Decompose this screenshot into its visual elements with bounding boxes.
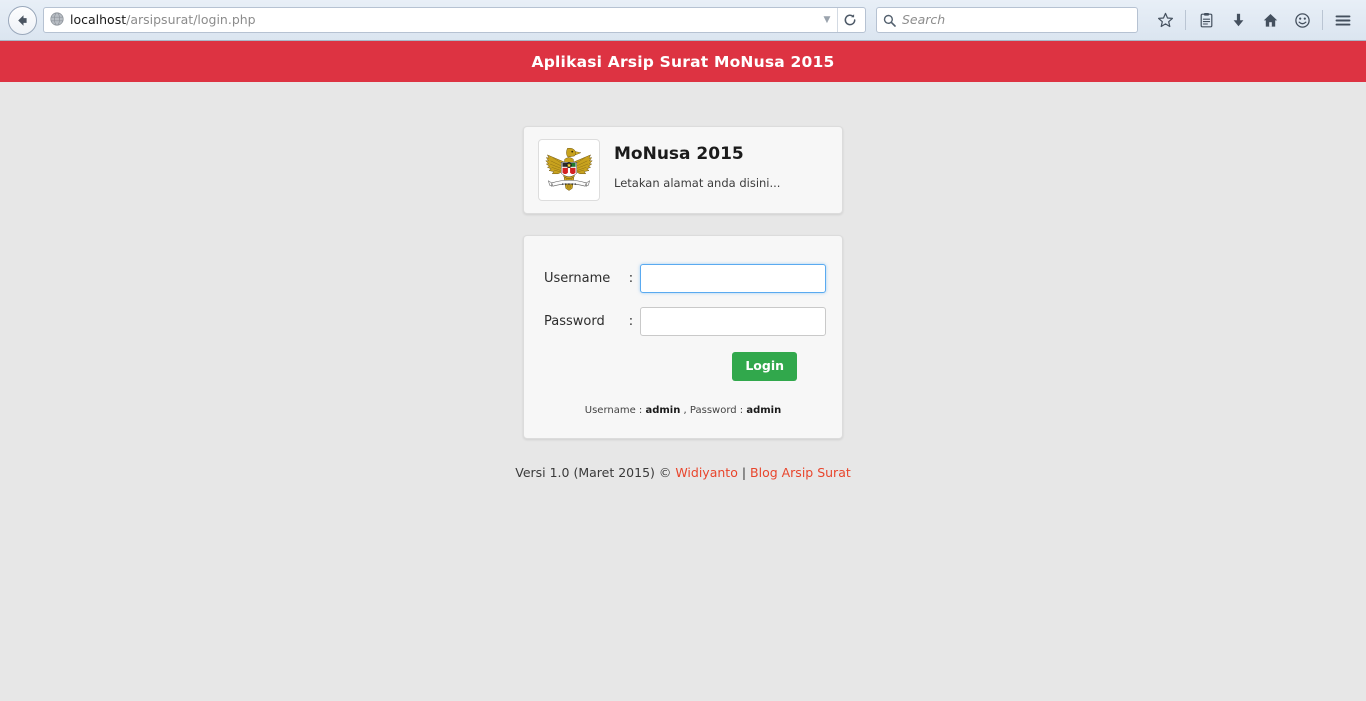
hint-password-value: admin — [746, 404, 782, 416]
url-bar[interactable]: localhost/arsipsurat/login.php ▼ — [43, 7, 866, 33]
password-row: Password : — [544, 307, 826, 336]
url-text: localhost/arsipsurat/login.php — [70, 8, 819, 32]
password-colon: : — [628, 314, 634, 329]
username-input[interactable] — [640, 264, 826, 293]
brand-title: MoNusa 2015 — [614, 144, 744, 164]
hint-username-prefix: Username : — [584, 404, 646, 416]
footer-version-text: Versi 1.0 (Maret 2015) © — [515, 464, 676, 480]
url-dropdown-icon[interactable]: ▼ — [819, 8, 835, 32]
hint-username-value: admin — [645, 404, 681, 416]
browser-toolbar: localhost/arsipsurat/login.php ▼ Search — [0, 0, 1366, 41]
home-icon[interactable] — [1255, 6, 1285, 34]
toolbar-divider — [1322, 10, 1323, 30]
logo-container: ⁕⁕⁕⁕⁕ — [538, 139, 600, 201]
submit-row: Login — [544, 352, 822, 381]
brand-text-block: MoNusa 2015 Letakan alamat anda disini..… — [614, 139, 780, 190]
footer-blog-link[interactable]: Blog Arsip Surat — [750, 465, 851, 480]
svg-text:⁕⁕⁕⁕⁕: ⁕⁕⁕⁕⁕ — [561, 182, 577, 187]
username-colon: : — [628, 271, 634, 286]
bookmark-star-icon[interactable] — [1150, 6, 1180, 34]
menu-hamburger-icon[interactable] — [1328, 6, 1358, 34]
url-path: /arsipsurat/login.php — [126, 12, 256, 27]
downloads-icon[interactable] — [1223, 6, 1253, 34]
footer-author-link[interactable]: Widiyanto — [675, 465, 738, 480]
garuda-pancasila-emblem-icon: ⁕⁕⁕⁕⁕ — [545, 147, 593, 191]
url-host: localhost — [70, 12, 127, 27]
app-header-banner: Aplikasi Arsip Surat MoNusa 2015 — [0, 41, 1366, 82]
reload-icon[interactable] — [837, 8, 861, 32]
search-input-placeholder: Search — [902, 12, 946, 27]
username-label: Username — [544, 271, 611, 286]
page-content: ⁕⁕⁕⁕⁕ MoNusa 2015 Letakan alamat anda di… — [0, 82, 1366, 701]
footer-divider: | — [737, 464, 751, 480]
back-button[interactable] — [8, 5, 37, 35]
username-row: Username : — [544, 264, 826, 293]
hint-password-prefix: , Password : — [680, 404, 747, 416]
brand-subtitle: Letakan alamat anda disini... — [614, 175, 781, 190]
reading-list-icon[interactable] — [1191, 6, 1221, 34]
browser-search-box[interactable]: Search — [876, 7, 1138, 33]
password-label: Password — [544, 314, 605, 329]
brand-panel: ⁕⁕⁕⁕⁕ MoNusa 2015 Letakan alamat anda di… — [523, 126, 843, 214]
login-form-panel: Username : Password : Login Username : a… — [523, 235, 843, 439]
credentials-hint: Username : admin , Password : admin — [544, 405, 822, 416]
login-button[interactable]: Login — [732, 352, 797, 381]
page-footer: Versi 1.0 (Maret 2015) © Widiyanto | Blo… — [515, 465, 851, 480]
search-icon — [883, 14, 896, 27]
toolbar-divider — [1185, 10, 1186, 30]
browser-icon-group — [1150, 6, 1358, 34]
page-favicon-icon — [50, 11, 64, 30]
app-title: Aplikasi Arsip Surat MoNusa 2015 — [531, 52, 835, 71]
password-input[interactable] — [640, 307, 826, 336]
feedback-smiley-icon[interactable] — [1287, 6, 1317, 34]
